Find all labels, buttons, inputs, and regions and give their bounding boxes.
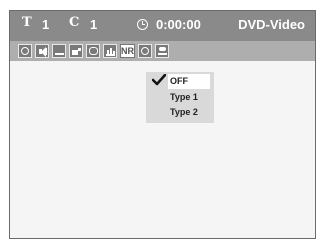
toolbar: NR [10,41,315,61]
audio-icon[interactable] [35,44,49,58]
osd-screen: T 1 C 1 0:00:00 DVD-Video NR OFF Type 1 … [9,10,316,239]
title-number: 1 [42,17,50,32]
nr-menu: OFF Type 1 Type 2 [146,72,214,123]
clock-icon [137,19,148,30]
chapter-icon: C [69,15,80,30]
subtitle-icon[interactable] [52,44,66,58]
virtual-surround-icon[interactable] [138,44,152,58]
picture-icon[interactable] [103,44,117,58]
disc-type: DVD-Video [238,17,305,32]
menu-option-type-1[interactable]: Type 1 [168,90,198,105]
elapsed-time: 0:00:00 [156,17,201,32]
chapter-number: 1 [90,17,98,32]
menu-option-type-2[interactable]: Type 2 [168,105,198,120]
dialogue-icon[interactable] [155,44,169,58]
search-icon[interactable] [18,44,32,58]
status-bar: T 1 C 1 0:00:00 DVD-Video [10,11,315,41]
nr-icon[interactable]: NR [120,44,135,58]
repeat-icon[interactable] [86,44,100,58]
menu-option-off[interactable]: OFF [168,74,210,89]
title-icon: T [22,15,32,30]
checkmark-icon [152,74,166,86]
angle-icon[interactable] [69,44,83,58]
